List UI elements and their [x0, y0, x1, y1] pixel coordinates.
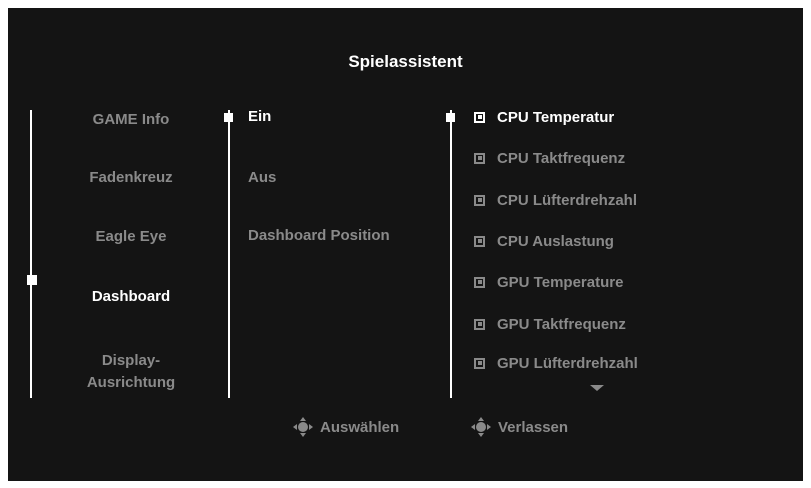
checkbox-cpu-luefterdrehzahl[interactable]: CPU Lüfterdrehzahl	[474, 190, 637, 210]
menu-item-dashboard[interactable]: Dashboard	[56, 286, 206, 308]
checkbox-icon	[474, 235, 485, 247]
menu-item-game-info[interactable]: GAME Info	[56, 109, 206, 131]
column-1-rail	[30, 110, 32, 398]
hint-label: Verlassen	[498, 418, 569, 436]
menu-title: Spielassistent	[348, 52, 463, 71]
checkbox-icon	[474, 194, 485, 206]
column-1-cursor	[27, 275, 37, 285]
menu-item-display-ausrichtung[interactable]: Display- Ausrichtung	[56, 350, 206, 394]
menu-item-fadenkreuz[interactable]: Fadenkreuz	[56, 167, 206, 189]
checkbox-label: GPU Lüfterdrehzahl	[497, 354, 638, 372]
checkbox-gpu-temperature[interactable]: GPU Temperature	[474, 272, 623, 292]
menu-item-display-label-line2: Ausrichtung	[86, 374, 176, 391]
osd-menu-panel: Spielassistent GAME Info Fadenkreuz Eagl…	[8, 8, 803, 481]
joystick-icon	[292, 416, 314, 438]
checkbox-cpu-taktfrequenz[interactable]: CPU Taktfrequenz	[474, 148, 625, 168]
checkbox-icon	[474, 318, 485, 330]
checkbox-label: GPU Temperature	[497, 273, 624, 291]
scroll-down-arrow-icon[interactable]	[590, 385, 604, 391]
column-2-cursor	[224, 113, 233, 122]
checkbox-label: CPU Temperatur	[497, 108, 615, 126]
menu-item-display-label-line1: Display-	[101, 352, 161, 369]
checkbox-label: CPU Auslastung	[497, 232, 614, 250]
checkbox-cpu-auslastung[interactable]: CPU Auslastung	[474, 231, 614, 251]
checkbox-icon	[474, 357, 485, 369]
checkbox-icon	[474, 111, 485, 123]
joystick-icon	[470, 416, 492, 438]
checkbox-label: GPU Taktfrequenz	[497, 315, 626, 333]
menu-item-eagle-eye[interactable]: Eagle Eye	[56, 226, 206, 248]
hint-verlassen: Verlassen	[470, 416, 568, 438]
checkbox-gpu-taktfrequenz[interactable]: GPU Taktfrequenz	[474, 314, 626, 334]
checkbox-cpu-temperatur[interactable]: CPU Temperatur	[474, 107, 614, 127]
checkbox-label: CPU Lüfterdrehzahl	[497, 191, 638, 209]
column-3-rail	[450, 110, 452, 398]
hint-label: Auswählen	[320, 418, 400, 436]
column-3-cursor	[446, 113, 455, 122]
checkbox-icon	[474, 276, 485, 288]
hint-auswaehlen: Auswählen	[292, 416, 399, 438]
option-ein[interactable]: Ein	[248, 108, 271, 125]
option-dashboard-position[interactable]: Dashboard Position	[248, 227, 390, 244]
checkbox-icon	[474, 152, 485, 164]
checkbox-label: CPU Taktfrequenz	[497, 149, 626, 167]
option-aus[interactable]: Aus	[248, 169, 276, 186]
checkbox-gpu-luefterdrehzahl[interactable]: GPU Lüfterdrehzahl	[474, 353, 638, 373]
column-2-rail	[228, 110, 230, 398]
